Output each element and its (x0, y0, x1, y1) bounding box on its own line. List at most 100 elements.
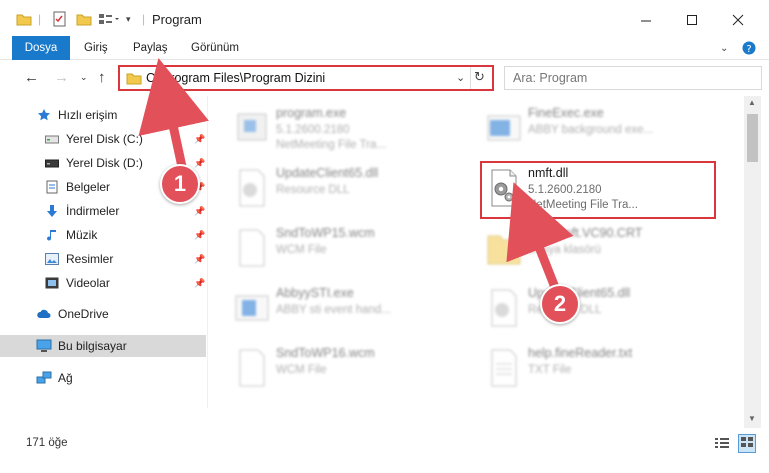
step-badge-2: 2 (540, 284, 580, 324)
title-bar: | ▾ | Program (0, 0, 769, 36)
back-arrow-icon[interactable]: ← (24, 69, 39, 86)
address-path[interactable]: C:\Program Files\Program Dizini (146, 71, 325, 85)
file-name: SndToWP16.wcm (276, 346, 375, 360)
minimize-button[interactable] (623, 6, 669, 34)
address-row: ← → ⌄ ↑ C:\Program Files\Program Dizini … (0, 60, 769, 96)
computer-icon (36, 338, 52, 354)
file-meta: ABBY sti event hand... (276, 304, 391, 316)
scroll-down-icon[interactable]: ▼ (748, 414, 756, 423)
qa-divider: | (142, 12, 146, 26)
file-meta: Resource DLL (276, 184, 350, 196)
sidebar-item-label: Videolar (66, 276, 110, 290)
scroll-up-icon[interactable]: ▲ (748, 98, 756, 107)
documents-icon (44, 179, 60, 195)
file-meta: TXT File (528, 364, 572, 376)
pin-icon[interactable]: 📌 (194, 254, 205, 265)
dll-file-icon (239, 169, 265, 207)
details-view-icon[interactable] (714, 436, 730, 453)
network-icon (36, 370, 52, 386)
file-name: Microsoft.VC90.CRT (528, 226, 643, 240)
sidebar-item-label: OneDrive (58, 307, 109, 321)
sidebar-item-local-disk-c[interactable]: Yerel Disk (C:) 📌 (0, 128, 206, 150)
sidebar-item-label: Yerel Disk (D:) (66, 156, 143, 170)
file-meta: WCM File (276, 244, 327, 256)
pictures-icon (44, 251, 60, 267)
quick-access-folder-icon[interactable] (16, 10, 32, 28)
file-name: FineExec.exe (528, 106, 604, 120)
file-tile[interactable]: SndToWP15.wcm WCM File (228, 222, 468, 282)
tab-view[interactable]: Görünüm (191, 36, 239, 60)
sidebar-item-videos[interactable]: Videolar 📌 (0, 272, 206, 294)
properties-icon[interactable] (52, 10, 68, 28)
refresh-icon[interactable]: ↻ (474, 69, 485, 85)
item-count: 171 öğe (26, 437, 68, 449)
forward-arrow-icon[interactable]: → (54, 69, 69, 86)
file-name: SndToWP15.wcm (276, 226, 375, 240)
file-meta: NetMeeting File Tra... (276, 139, 386, 151)
music-icon (44, 227, 60, 243)
scroll-thumb[interactable] (747, 114, 758, 162)
sidebar-item-this-pc[interactable]: Bu bilgisayar (0, 335, 206, 357)
search-input[interactable]: Ara: Program (513, 71, 587, 85)
file-name: program.exe (276, 106, 347, 120)
vertical-scrollbar[interactable]: ▲ ▼ (744, 96, 761, 428)
sidebar-item-label: Ağ (58, 371, 73, 385)
file-meta: WCM File (276, 364, 327, 376)
file-tile[interactable]: UpdateClient65.dll Resource DLL (228, 162, 468, 222)
address-divider (470, 67, 471, 89)
file-view: program.exe 5.1.2600.2180 NetMeeting Fil… (208, 96, 744, 428)
pin-icon[interactable]: 📌 (194, 134, 205, 145)
sidebar-item-music[interactable]: Müzik 📌 (0, 224, 206, 246)
maximize-button[interactable] (669, 6, 715, 34)
nmft-highlight-box (480, 161, 716, 219)
pin-icon[interactable]: 📌 (194, 206, 205, 217)
step-badge-1: 1 (160, 164, 200, 204)
star-icon (36, 107, 52, 123)
sidebar-item-network[interactable]: Ağ (0, 367, 206, 389)
file-tile[interactable]: Microsoft.VC90.CRT Dosya klasörü (480, 222, 720, 282)
sidebar-item-label: Belgeler (66, 180, 111, 194)
address-dropdown-chevron-icon[interactable]: ⌄ (456, 71, 465, 84)
pin-icon[interactable]: 📌 (194, 230, 205, 241)
download-icon (44, 203, 60, 219)
sidebar-item-onedrive[interactable]: OneDrive (0, 303, 206, 325)
ribbon-expand-chevron-icon[interactable]: ⌄ (720, 36, 728, 60)
sidebar-item-quick-access[interactable]: Hızlı erişim (0, 104, 206, 126)
file-name: UpdateClient65.dll (276, 166, 379, 180)
cloud-icon (36, 306, 52, 322)
tiles-view-icon[interactable] (738, 434, 756, 453)
file-tile[interactable]: SndToWP16.wcm WCM File (228, 342, 468, 402)
help-icon[interactable]: ? (742, 36, 756, 60)
file-meta: ABBY background exe... (528, 124, 654, 136)
dll-file-icon (491, 289, 517, 327)
ribbon: Dosya Giriş Paylaş Görünüm ⌄ ? (0, 36, 769, 60)
view-options-icon[interactable] (98, 10, 120, 28)
exe-file-icon (235, 295, 269, 321)
exe-file-icon (237, 113, 267, 141)
tab-share[interactable]: Paylaş (133, 36, 168, 60)
file-name: help.fineReader.txt (528, 346, 633, 360)
recent-locations-chevron-icon[interactable]: ⌄ (80, 72, 88, 83)
pin-icon[interactable]: 📌 (194, 278, 205, 289)
tab-file[interactable]: Dosya (12, 36, 70, 60)
file-tile[interactable]: help.fineReader.txt TXT File (480, 342, 720, 402)
qa-divider: | (38, 12, 42, 26)
sidebar-item-label: Yerel Disk (C:) (66, 132, 143, 146)
tab-home[interactable]: Giriş (84, 36, 108, 60)
generic-file-icon (239, 229, 265, 267)
pin-icon[interactable]: 📌 (194, 158, 205, 169)
address-bar[interactable]: C:\Program Files\Program Dizini ⌄ ↻ (118, 65, 494, 91)
videos-icon (44, 275, 60, 291)
svg-text:?: ? (746, 44, 751, 55)
sidebar-item-pictures[interactable]: Resimler 📌 (0, 248, 206, 270)
file-tile[interactable]: FineExec.exe ABBY background exe... (480, 102, 720, 162)
close-button[interactable] (715, 6, 761, 34)
new-folder-icon[interactable] (76, 10, 92, 28)
file-tile[interactable]: UpdateClient65.dll Resource DLL (480, 282, 720, 342)
file-tile[interactable]: program.exe 5.1.2600.2180 NetMeeting Fil… (228, 102, 468, 162)
sidebar-item-label: Bu bilgisayar (58, 339, 127, 353)
up-arrow-icon[interactable]: ↑ (98, 69, 106, 86)
customize-qa-chevron-icon[interactable]: ▾ (126, 10, 131, 28)
search-box[interactable]: Ara: Program (504, 66, 762, 90)
file-tile[interactable]: AbbyySTI.exe ABBY sti event hand... (228, 282, 468, 342)
